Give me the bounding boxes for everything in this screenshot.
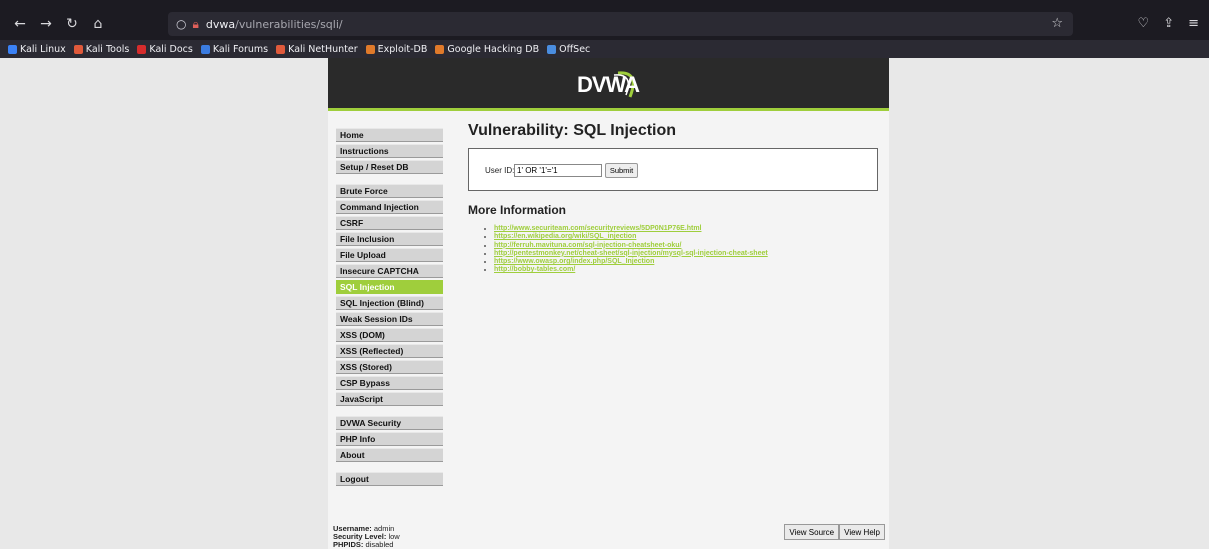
- bookmark-item[interactable]: OffSec: [547, 44, 590, 55]
- menu-item-home[interactable]: Home: [336, 128, 443, 142]
- user-id-label: User ID:: [485, 166, 515, 175]
- menu-item-brute-force[interactable]: Brute Force: [336, 184, 443, 198]
- bookmark-favicon-icon: [8, 44, 17, 54]
- bookmark-label: Exploit-DB: [377, 43, 428, 55]
- bookmark-favicon-icon: [200, 44, 210, 54]
- menu-item-command-injection[interactable]: Command Injection: [336, 200, 443, 214]
- more-info-link[interactable]: http://pentestmonkey.net/cheat-sheet/sql…: [494, 250, 768, 257]
- reload-icon[interactable]: ↻: [61, 16, 83, 32]
- view-source-button[interactable]: View Source: [784, 524, 840, 540]
- phpids-label: PHPIDS:: [333, 540, 364, 549]
- main-menu: Home Instructions Setup / Reset DB Brute Fo…: [336, 128, 443, 488]
- list-item: https://en.wikipedia.org/wiki/SQL_inject…: [484, 233, 878, 241]
- bookmark-item[interactable]: Exploit-DB: [365, 43, 428, 55]
- bookmark-item[interactable]: Kali Docs: [137, 43, 193, 55]
- list-item: http://www.securiteam.com/securityreview…: [484, 225, 878, 233]
- vulnerable-code-area: User ID: Submit: [468, 148, 878, 191]
- menu-item-csp-bypass[interactable]: CSP Bypass: [336, 376, 443, 390]
- window-titlebar: [0, 0, 1209, 8]
- menu-item-insecure-captcha[interactable]: Insecure CAPTCHA: [336, 264, 443, 278]
- url-text: dvwa/vulnerabilities/sqli/: [206, 18, 343, 31]
- bookmark-label: Kali Linux: [20, 43, 66, 55]
- more-info-link[interactable]: https://en.wikipedia.org/wiki/SQL_inject…: [494, 233, 636, 240]
- menu-spacer: [336, 176, 443, 184]
- bookmark-item[interactable]: Kali Linux: [8, 44, 66, 55]
- list-item: http://ferruh.mavituna.com/sql-injection…: [484, 242, 878, 250]
- more-info-links: http://www.securiteam.com/securityreview…: [484, 225, 878, 275]
- share-icon[interactable]: ⇪: [1163, 16, 1174, 31]
- menu-item-sql-injection[interactable]: SQL Injection: [336, 280, 443, 294]
- logo-text: DVWA: [577, 72, 640, 97]
- menu-item-logout[interactable]: Logout: [336, 472, 443, 486]
- list-item: https://www.owasp.org/index.php/SQL_Inje…: [484, 258, 878, 266]
- bookmark-item[interactable]: Kali Tools: [73, 43, 130, 55]
- list-item: http://pentestmonkey.net/cheat-sheet/sql…: [484, 250, 878, 258]
- page-title: Vulnerability: SQL Injection: [468, 122, 677, 139]
- main-content: Vulnerability: SQL Injection User ID: Su…: [468, 122, 878, 275]
- more-info-heading: More Information: [468, 203, 566, 217]
- menu-item-about[interactable]: About: [336, 448, 443, 462]
- menu-item-weak-session-ids[interactable]: Weak Session IDs: [336, 312, 443, 326]
- bookmark-favicon-icon: [547, 44, 557, 54]
- bookmark-label: Kali NetHunter: [288, 43, 358, 55]
- user-info: Username: admin Security Level: low PHPI…: [333, 525, 400, 549]
- toolbar-right: ♡ ⇪ ≡: [1138, 16, 1199, 31]
- menu-spacer: [336, 408, 443, 416]
- bookmark-item[interactable]: Google Hacking DB: [435, 44, 539, 55]
- menu-item-xss-dom[interactable]: XSS (DOM): [336, 328, 443, 342]
- bookmark-star-icon[interactable]: ☆: [1051, 16, 1063, 31]
- bookmarks-bar: Kali Linux Kali Tools Kali Docs Kali Forums…: [0, 40, 1209, 58]
- url-bar[interactable]: ○ 🔒︎ dvwa/vulnerabilities/sqli/ ☆: [168, 12, 1073, 36]
- menu-item-file-inclusion[interactable]: File Inclusion: [336, 232, 443, 246]
- dvwa-header: DVWA: [328, 58, 889, 111]
- menu-item-dvwa-security[interactable]: DVWA Security: [336, 416, 443, 430]
- bookmark-item[interactable]: Kali NetHunter: [276, 44, 358, 55]
- bookmark-favicon-icon: [276, 44, 286, 54]
- phpids-value: disabled: [365, 540, 394, 549]
- menu-item-php-info[interactable]: PHP Info: [336, 432, 443, 446]
- shield-icon: ○: [176, 17, 187, 31]
- menu-item-instructions[interactable]: Instructions: [336, 144, 443, 158]
- browser-toolbar: ← → ↻ ⌂ ○ 🔒︎ dvwa/vulnerabilities/sqli/ …: [0, 8, 1209, 40]
- menu-icon[interactable]: ≡: [1188, 16, 1199, 31]
- pocket-icon[interactable]: ♡: [1138, 16, 1150, 31]
- menu-item-javascript[interactable]: JavaScript: [336, 392, 443, 406]
- dvwa-page: DVWA Home Instructions Setup / Reset DB Bru…: [328, 58, 889, 549]
- menu-item-sql-injection-blind[interactable]: SQL Injection (Blind): [336, 296, 443, 310]
- bookmark-favicon-icon: [365, 44, 375, 54]
- user-id-input[interactable]: [514, 164, 602, 177]
- dvwa-logo: DVWA: [570, 67, 646, 102]
- bookmark-label: Kali Forums: [212, 43, 269, 55]
- url-path: /vulnerabilities/sqli/: [235, 17, 343, 31]
- list-item: http://bobby-tables.com/: [484, 266, 878, 274]
- menu-item-setup-reset-db[interactable]: Setup / Reset DB: [336, 160, 443, 174]
- bookmark-label: Kali Docs: [149, 43, 193, 55]
- bookmark-favicon-icon: [137, 44, 147, 54]
- menu-item-xss-reflected[interactable]: XSS (Reflected): [336, 344, 443, 358]
- forward-icon[interactable]: →: [35, 16, 57, 32]
- bookmark-label: Kali Tools: [85, 43, 130, 55]
- nav-buttons: ← → ↻ ⌂: [9, 16, 109, 32]
- menu-item-xss-stored[interactable]: XSS (Stored): [336, 360, 443, 374]
- url-host: dvwa: [205, 17, 236, 31]
- view-buttons: View Source View Help: [784, 524, 885, 540]
- bookmark-item[interactable]: Kali Forums: [200, 43, 269, 55]
- bookmark-label: Google Hacking DB: [447, 43, 540, 55]
- bookmark-label: OffSec: [559, 43, 591, 55]
- menu-item-file-upload[interactable]: File Upload: [336, 248, 443, 262]
- home-icon[interactable]: ⌂: [87, 16, 109, 32]
- view-help-button[interactable]: View Help: [839, 524, 885, 540]
- more-info-link[interactable]: http://ferruh.mavituna.com/sql-injection…: [494, 242, 681, 249]
- submit-button[interactable]: Submit: [605, 163, 638, 178]
- more-info-link[interactable]: https://www.owasp.org/index.php/SQL_Inje…: [494, 258, 654, 265]
- header-accent-line: [328, 108, 889, 111]
- more-info-link[interactable]: http://www.securiteam.com/securityreview…: [494, 225, 701, 232]
- back-icon[interactable]: ←: [9, 16, 31, 32]
- bookmark-favicon-icon: [435, 44, 445, 54]
- bookmark-favicon-icon: [73, 44, 83, 54]
- lock-icon: 🔒︎: [192, 16, 199, 31]
- more-info-link[interactable]: http://bobby-tables.com/: [494, 266, 575, 273]
- menu-spacer: [336, 464, 443, 472]
- menu-item-csrf[interactable]: CSRF: [336, 216, 443, 230]
